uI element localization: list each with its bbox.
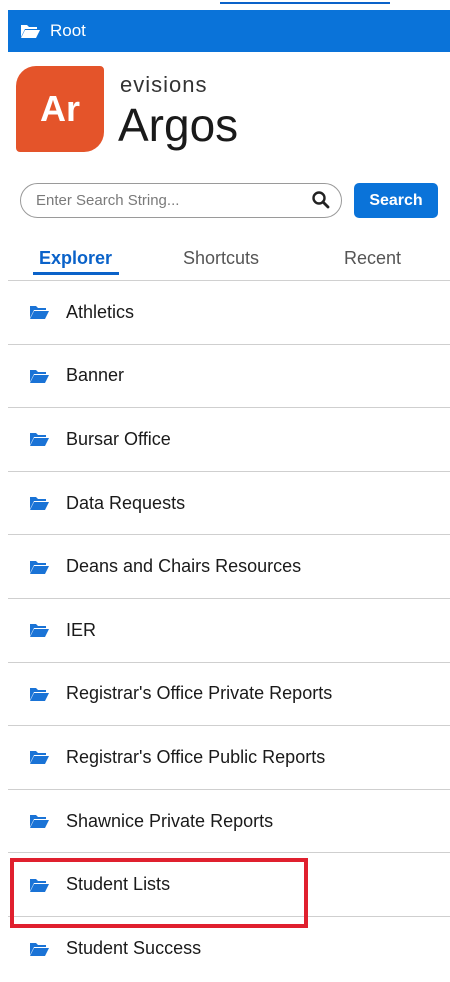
- folder-item-student-lists[interactable]: Student Lists: [8, 853, 450, 917]
- search-field[interactable]: [20, 183, 342, 218]
- folder-item-data-requests[interactable]: Data Requests: [8, 472, 450, 536]
- folder-item-label: Student Success: [66, 938, 202, 959]
- folder-open-icon: [28, 877, 50, 893]
- search-icon[interactable]: [311, 190, 331, 215]
- folder-open-icon: [28, 749, 50, 765]
- search-button[interactable]: Search: [354, 183, 438, 218]
- folder-item-label: Shawnice Private Reports: [66, 810, 274, 831]
- folder-item-label: Athletics: [66, 301, 135, 322]
- logo-brand: evisions: [120, 72, 208, 97]
- folder-item-label: Banner: [66, 365, 125, 386]
- folder-list: Athletics Banner Bursar Office Data Requ…: [8, 281, 450, 981]
- folder-item-student-success[interactable]: Student Success: [8, 917, 450, 981]
- folder-item-registrars-office-private-reports[interactable]: Registrar's Office Private Reports: [8, 663, 450, 727]
- folder-item-banner[interactable]: Banner: [8, 345, 450, 409]
- folder-open-icon: [28, 368, 50, 384]
- folder-open-icon: [28, 686, 50, 702]
- search-input[interactable]: [34, 191, 298, 210]
- folder-item-label: Deans and Chairs Resources: [66, 556, 302, 577]
- active-tab-underline: [33, 272, 119, 275]
- folder-item-shawnice-private-reports[interactable]: Shawnice Private Reports: [8, 790, 450, 854]
- top-strip: [0, 0, 450, 6]
- folder-item-label: Bursar Office: [66, 428, 171, 449]
- folder-open-icon: [28, 304, 50, 320]
- top-strip-marker: [220, 0, 390, 4]
- root-label: Root: [50, 21, 86, 40]
- tab-recent[interactable]: Recent: [344, 248, 401, 269]
- folder-item-label: Data Requests: [66, 492, 186, 513]
- folder-open-icon: [28, 622, 50, 638]
- tab-shortcuts[interactable]: Shortcuts: [183, 248, 259, 269]
- argos-explorer-panel: Root Ar evisions Argos Search Explorer S…: [0, 0, 450, 982]
- folder-open-icon: [28, 813, 50, 829]
- tab-explorer[interactable]: Explorer: [39, 248, 112, 269]
- tab-bar: Explorer Shortcuts Recent: [0, 240, 450, 280]
- folder-open-icon: [28, 495, 50, 511]
- root-folder-bar[interactable]: Root: [8, 10, 450, 52]
- logo-product: Argos: [118, 99, 239, 151]
- folder-item-deans-and-chairs-resources[interactable]: Deans and Chairs Resources: [8, 535, 450, 599]
- folder-item-label: Registrar's Office Public Reports: [66, 746, 326, 767]
- folder-item-label: IER: [66, 619, 97, 640]
- folder-item-registrars-office-public-reports[interactable]: Registrar's Office Public Reports: [8, 726, 450, 790]
- folder-item-ier[interactable]: IER: [8, 599, 450, 663]
- folder-item-label: Registrar's Office Private Reports: [66, 683, 333, 704]
- argos-logo: Ar evisions Argos: [16, 66, 316, 156]
- folder-open-icon: [28, 941, 50, 957]
- folder-open-icon: [28, 431, 50, 447]
- logo-badge: Ar: [16, 66, 104, 152]
- folder-item-bursar-office[interactable]: Bursar Office: [8, 408, 450, 472]
- folder-item-label: Student Lists: [66, 874, 171, 895]
- folder-open-icon: [28, 559, 50, 575]
- folder-item-athletics[interactable]: Athletics: [8, 281, 450, 345]
- folder-open-icon: [20, 23, 40, 39]
